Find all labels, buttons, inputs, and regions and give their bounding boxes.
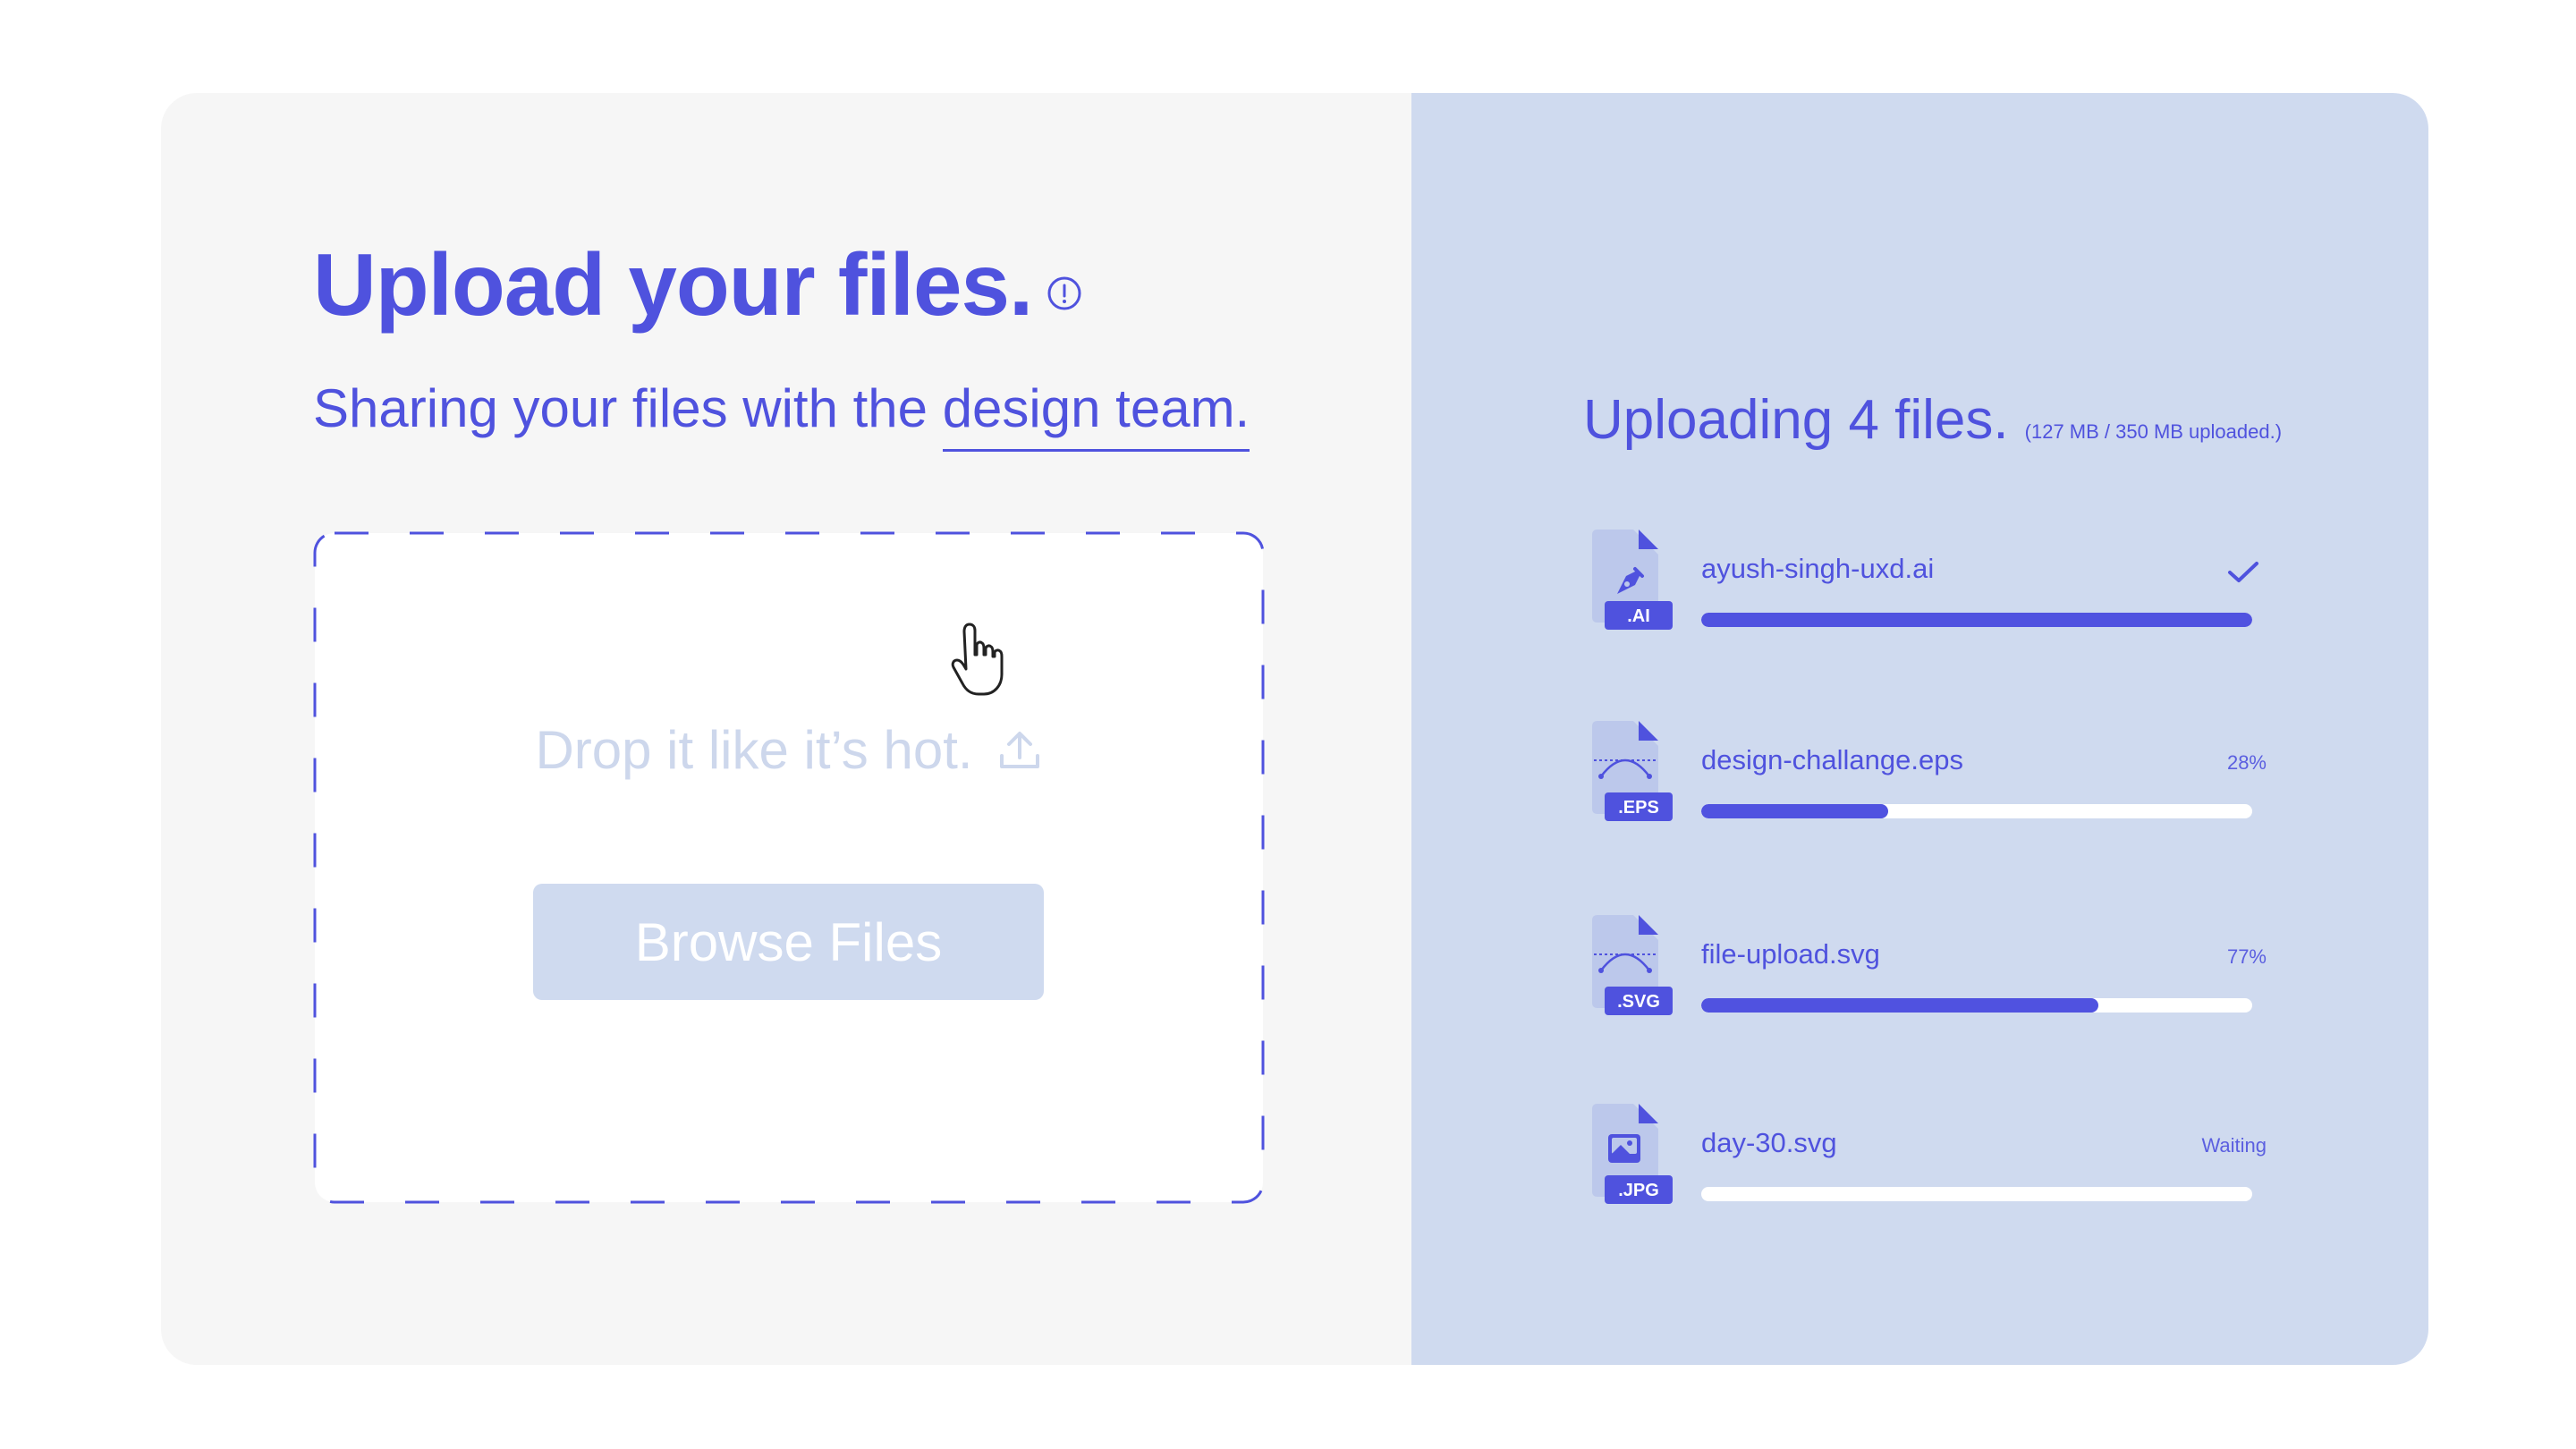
file-name: day-30.svg xyxy=(1701,1127,1837,1158)
drop-hint-text: Drop it like it’s hot. xyxy=(535,720,973,780)
progress-bar xyxy=(1701,998,2252,1013)
file-dropzone[interactable]: Drop it like it’s hot. Browse Files xyxy=(313,531,1265,1204)
page-title: Upload your files. xyxy=(313,234,1082,335)
file-ext-label: .AI xyxy=(1627,606,1650,626)
file-status: Waiting xyxy=(2201,1134,2267,1157)
info-icon[interactable] xyxy=(1046,275,1082,311)
file-row[interactable]: .AI ayush-singh-uxd.ai xyxy=(1587,528,2267,635)
progress-fill xyxy=(1701,998,2098,1013)
file-row[interactable]: .SVG file-upload.svg 77% xyxy=(1587,913,2267,1021)
file-ext-label: .JPG xyxy=(1618,1181,1659,1200)
drop-hint: Drop it like it’s hot. xyxy=(313,719,1265,781)
design-team-link[interactable]: design team. xyxy=(942,380,1250,452)
file-svg-icon: .SVG xyxy=(1592,915,1673,1015)
progress-panel: Uploading 4 files. (127 MB / 350 MB uplo… xyxy=(1411,93,2428,1365)
file-row[interactable]: .EPS design-challange.eps 28% xyxy=(1587,719,2267,826)
browse-files-button[interactable]: Browse Files xyxy=(533,884,1044,1000)
upload-card: Upload your files. Sharing your files wi… xyxy=(161,93,2428,1365)
hand-cursor-icon xyxy=(951,623,1004,696)
file-name: ayush-singh-uxd.ai xyxy=(1701,553,1935,584)
progress-bar xyxy=(1701,1187,2252,1201)
file-ext-label: .EPS xyxy=(1618,798,1659,818)
upload-summary: (127 MB / 350 MB uploaded.) xyxy=(2024,420,2283,443)
dropzone-border xyxy=(313,531,1265,1204)
progress-bar xyxy=(1701,804,2252,818)
page-title-text: Upload your files. xyxy=(313,235,1033,334)
file-jpg-icon: .JPG xyxy=(1592,1104,1673,1204)
subtitle-text: Sharing your files with the xyxy=(313,378,943,438)
file-ext-label: .SVG xyxy=(1617,992,1660,1012)
file-row[interactable]: .JPG day-30.svg Waiting xyxy=(1587,1102,2267,1209)
file-status: 28% xyxy=(2226,751,2267,774)
upload-icon xyxy=(999,731,1039,768)
progress-fill xyxy=(1701,804,1889,818)
file-name: design-challange.eps xyxy=(1701,744,1963,775)
file-eps-icon: .EPS xyxy=(1592,721,1673,821)
uploading-heading-text: Uploading 4 files. xyxy=(1583,389,2009,451)
file-ai-icon: .AI xyxy=(1592,530,1673,630)
subtitle: Sharing your files with the design team. xyxy=(313,377,1250,452)
image-icon xyxy=(1608,1134,1640,1163)
progress-bar xyxy=(1701,613,2252,627)
file-name: file-upload.svg xyxy=(1701,938,1880,970)
file-status: 77% xyxy=(2226,945,2267,968)
uploading-heading: Uploading 4 files. (127 MB / 350 MB uplo… xyxy=(1583,388,2282,452)
check-icon xyxy=(2228,562,2258,582)
progress-fill xyxy=(1701,613,2252,627)
upload-panel: Upload your files. Sharing your files wi… xyxy=(161,93,1411,1365)
